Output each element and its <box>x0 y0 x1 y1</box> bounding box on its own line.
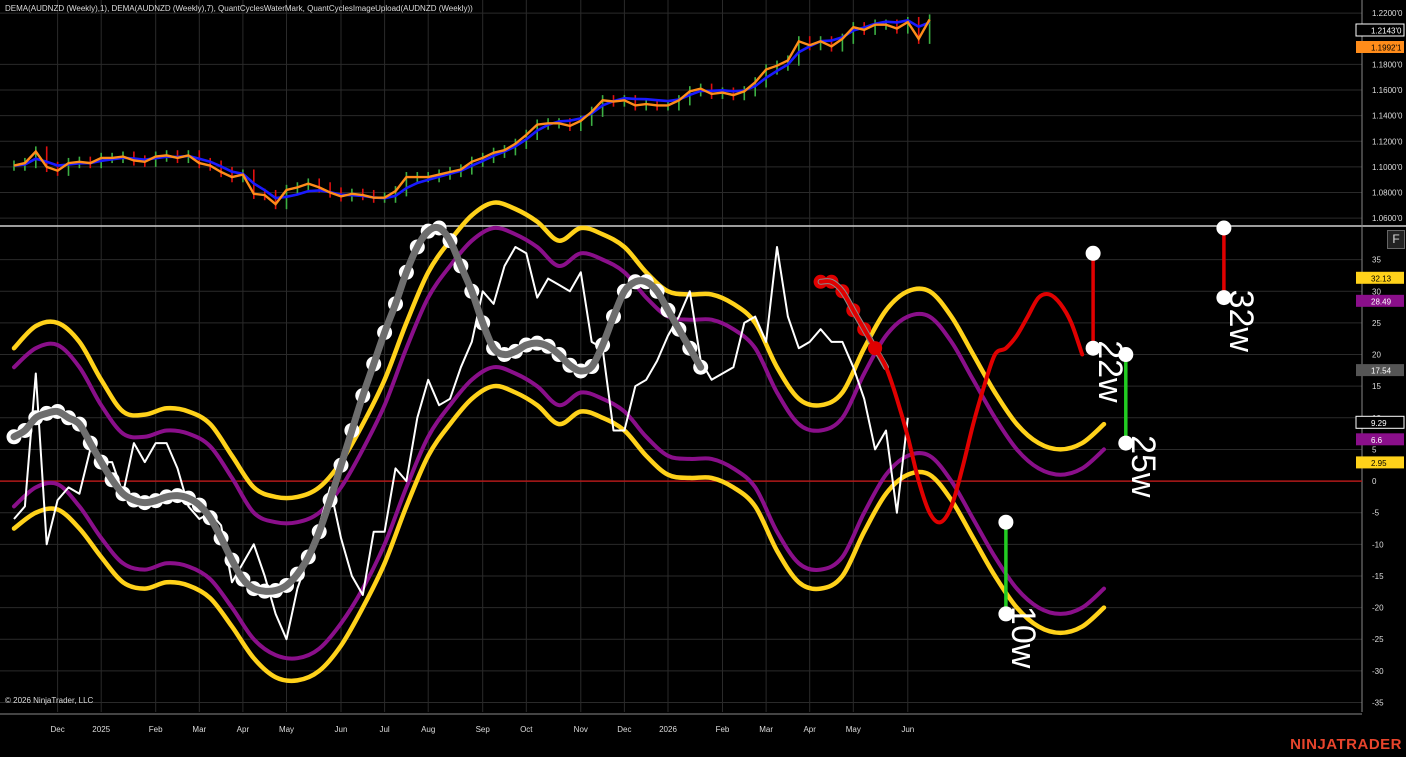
x-tick-label: Jul <box>379 725 389 734</box>
cycle-tick-label: 25 <box>1372 319 1381 328</box>
dema-price-tag: 1.1992'1 <box>1371 44 1402 53</box>
x-tick-label: May <box>846 725 861 734</box>
x-tick-label: Mar <box>759 725 773 734</box>
inner-upper-band <box>12 225 1106 526</box>
x-tick-label: Aug <box>421 725 435 734</box>
cycle-tick-label: 20 <box>1372 351 1381 360</box>
copyright-text: © 2026 NinjaTrader, LLC <box>5 696 94 705</box>
dema-fast-line <box>13 18 931 206</box>
x-tick-label: Dec <box>50 725 64 734</box>
cycle-tick-label: 0 <box>1372 477 1377 486</box>
price-tick-label: 1.1600'0 <box>1372 86 1403 95</box>
cycle-marker-dot <box>998 514 1014 530</box>
x-tick-label: Nov <box>574 725 588 734</box>
cycle-marker-label: 25w <box>1124 435 1162 498</box>
cycle-tick-label: -5 <box>1372 509 1380 518</box>
grid-lines <box>0 0 1406 715</box>
cycle-marker-dot <box>1085 245 1101 261</box>
cycle-marker-dot <box>1216 220 1232 236</box>
cycle-value-tag: 17.54 <box>1371 367 1392 376</box>
cycle-marker-label: 32w <box>1222 290 1260 353</box>
x-tick-label: Sep <box>476 725 491 734</box>
x-tick-label: Dec <box>617 725 631 734</box>
brand-logo: NINJATRADER <box>1290 736 1402 753</box>
cycle-tick-label: -35 <box>1372 699 1384 708</box>
cycle-marker-label: 10w <box>1004 606 1042 669</box>
cycle-marker-dot <box>1118 347 1134 363</box>
cycle-value-tag: 6.6 <box>1371 436 1383 445</box>
cycle-tick-label: 15 <box>1372 382 1381 391</box>
x-tick-label: Jun <box>901 725 914 734</box>
projection-current-dot <box>868 341 883 356</box>
cycle-value-tag: 28.49 <box>1371 297 1392 306</box>
f-button[interactable]: F <box>1387 230 1405 249</box>
smoothed-line <box>10 223 705 595</box>
oscillator-line <box>13 246 909 641</box>
cycle-panel: 10w22w25w32w <box>0 200 1362 684</box>
price-tick-label: 1.2200'0 <box>1372 9 1403 18</box>
chart-canvas: 10w22w25w32w 1.2200'01.1800'01.1600'01.1… <box>0 0 1406 734</box>
cycle-tick-label: -20 <box>1372 604 1384 613</box>
price-tick-label: 1.0800'0 <box>1372 189 1403 198</box>
x-tick-label: 2025 <box>92 725 110 734</box>
price-tick-label: 1.1400'0 <box>1372 112 1403 121</box>
x-tick-label: May <box>279 725 294 734</box>
cycle-tick-label: -30 <box>1372 667 1384 676</box>
price-tick-label: 1.1200'0 <box>1372 137 1403 146</box>
x-tick-label: Mar <box>192 725 206 734</box>
x-tick-label: Oct <box>520 725 533 734</box>
cycle-tick-label: -15 <box>1372 572 1384 581</box>
indicator-legend: DEMA(AUDNZD (Weekly),1), DEMA(AUDNZD (We… <box>5 4 473 13</box>
cycle-value-tag: 2.95 <box>1371 459 1387 468</box>
last-price-tag: 1.2143'0 <box>1371 27 1402 36</box>
x-tick-label: 2026 <box>659 725 677 734</box>
price-tick-label: 1.0600'0 <box>1372 214 1403 223</box>
cycle-tick-label: 5 <box>1372 445 1377 454</box>
x-tick-label: Apr <box>237 725 250 734</box>
cycle-value-tag: 9.29 <box>1371 419 1387 428</box>
price-tick-label: 1.1000'0 <box>1372 163 1403 172</box>
cycle-tick-label: -25 <box>1372 635 1384 644</box>
x-tick-label: Feb <box>149 725 163 734</box>
x-tick-label: Jun <box>335 725 348 734</box>
cycle-value-tag: 32.13 <box>1371 274 1392 283</box>
price-tick-label: 1.1800'0 <box>1372 60 1403 69</box>
x-tick-label: Apr <box>803 725 816 734</box>
x-tick-label: Feb <box>716 725 730 734</box>
cycle-tick-label: 35 <box>1372 256 1381 265</box>
price-panel <box>13 14 931 210</box>
cycle-tick-label: -10 <box>1372 540 1384 549</box>
